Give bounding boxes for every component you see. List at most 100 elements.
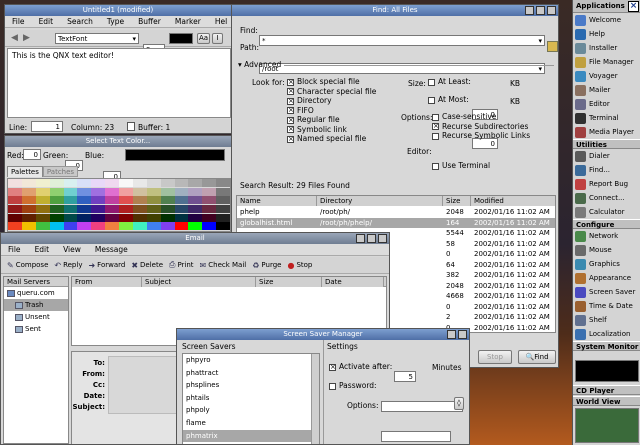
launcher-item-report-bug[interactable]: Report Bug xyxy=(573,177,640,191)
color-swatch-cell[interactable] xyxy=(77,213,92,222)
color-swatch-cell[interactable] xyxy=(146,187,161,196)
color-swatch-cell[interactable] xyxy=(91,222,106,231)
world-view-map[interactable] xyxy=(575,408,639,443)
color-swatch-cell[interactable] xyxy=(174,187,189,196)
column-header-subject[interactable]: Subject xyxy=(142,277,256,287)
column-header-size[interactable]: Size xyxy=(256,277,322,287)
color-swatch-cell[interactable] xyxy=(63,187,78,196)
look-for-checkbox[interactable]: × xyxy=(287,135,294,143)
launcher-item-file-manager[interactable]: File Manager xyxy=(573,55,640,69)
font-style-button[interactable]: Aa xyxy=(197,33,210,44)
screensaver-item[interactable]: phattract xyxy=(183,367,319,380)
color-swatch-cell[interactable] xyxy=(49,179,64,187)
menu-marker[interactable]: Marker xyxy=(168,17,208,26)
color-swatch-cell[interactable] xyxy=(35,204,50,213)
color-swatch-cell[interactable] xyxy=(91,187,106,196)
editor-text-area[interactable]: This is the QNX text editor! xyxy=(7,48,231,118)
folder-item[interactable]: Sent xyxy=(4,323,68,335)
option-checkbox[interactable] xyxy=(432,113,439,121)
color-swatch-cell[interactable] xyxy=(202,204,217,213)
color-swatch-cell[interactable] xyxy=(63,213,78,222)
chevron-down-icon[interactable]: ▾ xyxy=(538,36,542,46)
look-for-checkbox[interactable]: × xyxy=(287,126,294,133)
cd-player-header[interactable]: CD Player xyxy=(573,385,640,395)
red-input[interactable]: 0 xyxy=(23,149,41,160)
color-swatch-cell[interactable] xyxy=(146,196,161,205)
activate-checkbox[interactable]: × xyxy=(329,363,336,371)
menu-type[interactable]: Type xyxy=(100,17,131,26)
ss-options-input[interactable] xyxy=(381,431,451,442)
menu-search[interactable]: Search xyxy=(60,17,100,26)
color-swatch-cell[interactable] xyxy=(188,204,203,213)
color-swatch-cell[interactable] xyxy=(160,222,175,231)
launcher-item-help[interactable]: Help xyxy=(573,27,640,41)
launcher-item-localization[interactable]: Localization xyxy=(573,327,640,341)
advanced-toggle[interactable]: ▾ Advanced xyxy=(238,60,281,69)
color-swatch-cell[interactable] xyxy=(105,213,119,222)
find-titlebar[interactable]: Find: All Files xyxy=(232,5,558,16)
tab-palettes[interactable]: Palettes xyxy=(7,166,43,177)
folder-item[interactable]: queru.com xyxy=(4,287,68,299)
launcher-item-network[interactable]: Network xyxy=(573,229,640,243)
color-swatch-cell[interactable] xyxy=(132,179,147,187)
folder-item[interactable]: Unsent xyxy=(4,311,68,323)
table-row[interactable]: phelp/root/ph/2048 2002/01/16 11:02 AM xyxy=(237,207,555,218)
color-swatch-cell[interactable] xyxy=(35,222,50,231)
compose-button[interactable]: ✎ Compose xyxy=(7,261,48,270)
close-button[interactable] xyxy=(547,6,556,15)
color-swatch-cell[interactable] xyxy=(21,204,36,213)
maximize-button[interactable] xyxy=(367,234,376,243)
launcher-item-connect[interactable]: Connect... xyxy=(573,191,640,205)
color-swatch-cell[interactable] xyxy=(202,222,217,231)
color-swatch-cell[interactable] xyxy=(202,179,217,187)
color-swatch-cell[interactable] xyxy=(188,179,203,187)
color-swatch-cell[interactable] xyxy=(105,222,119,231)
color-swatch-cell[interactable] xyxy=(77,222,92,231)
color-swatch-cell[interactable] xyxy=(132,213,147,222)
color-swatch-cell[interactable] xyxy=(49,222,64,231)
minimize-button[interactable] xyxy=(356,234,365,243)
color-swatch-cell[interactable] xyxy=(174,222,189,231)
activate-input[interactable]: 5 xyxy=(394,371,416,382)
color-swatch-cell[interactable] xyxy=(105,179,119,187)
launcher-item-editor[interactable]: Editor xyxy=(573,97,640,111)
color-swatch-cell[interactable] xyxy=(160,204,175,213)
screensaver-item[interactable]: phtails xyxy=(183,392,319,405)
menu-hel[interactable]: Hel xyxy=(208,17,231,26)
menu-view[interactable]: View xyxy=(56,245,88,254)
color-swatch-cell[interactable] xyxy=(91,179,106,187)
screensaver-item[interactable]: phsplines xyxy=(183,379,319,392)
color-swatch-cell[interactable] xyxy=(91,213,106,222)
maximize-button[interactable] xyxy=(536,6,545,15)
launcher-item-media-player[interactable]: Media Player xyxy=(573,125,640,139)
color-swatch-cell[interactable] xyxy=(35,213,50,222)
launcher-item-terminal[interactable]: Terminal xyxy=(573,111,640,125)
color-swatch-cell[interactable] xyxy=(77,196,92,205)
color-swatch-cell[interactable] xyxy=(146,222,161,231)
color-swatch-cell[interactable] xyxy=(49,204,64,213)
stop-button[interactable]: ● Stop xyxy=(287,261,312,270)
option-checkbox[interactable] xyxy=(432,132,439,140)
column-header-directory[interactable]: Directory xyxy=(317,196,443,206)
color-swatch-cell[interactable] xyxy=(21,222,36,231)
launcher-item-screen-saver[interactable]: Screen Saver xyxy=(573,285,640,299)
look-for-checkbox[interactable]: × xyxy=(287,116,294,124)
color-swatch-cell[interactable] xyxy=(202,196,217,205)
lightbulb-icon[interactable]: ◊ xyxy=(454,397,464,410)
purge-button[interactable]: ♻ Purge xyxy=(252,261,281,270)
color-swatch-cell[interactable] xyxy=(35,179,50,187)
look-for-checkbox[interactable]: × xyxy=(287,78,294,86)
forward-button[interactable]: ➜ Forward xyxy=(88,261,125,270)
color-swatch-cell[interactable] xyxy=(160,196,175,205)
color-swatch-cell[interactable] xyxy=(119,187,133,196)
menu-edit[interactable]: Edit xyxy=(28,245,57,254)
look-for-checkbox[interactable]: × xyxy=(287,88,294,95)
color-swatch-cell[interactable] xyxy=(21,187,36,196)
color-swatch-cell[interactable] xyxy=(119,179,133,187)
color-swatch-cell[interactable] xyxy=(63,196,78,205)
look-for-checkbox[interactable]: × xyxy=(287,107,294,114)
color-swatch-cell[interactable] xyxy=(49,187,64,196)
launcher-item-mouse[interactable]: Mouse xyxy=(573,243,640,257)
screensaver-item[interactable]: phpoly xyxy=(183,404,319,417)
tab-patches[interactable]: Patches xyxy=(42,166,79,177)
